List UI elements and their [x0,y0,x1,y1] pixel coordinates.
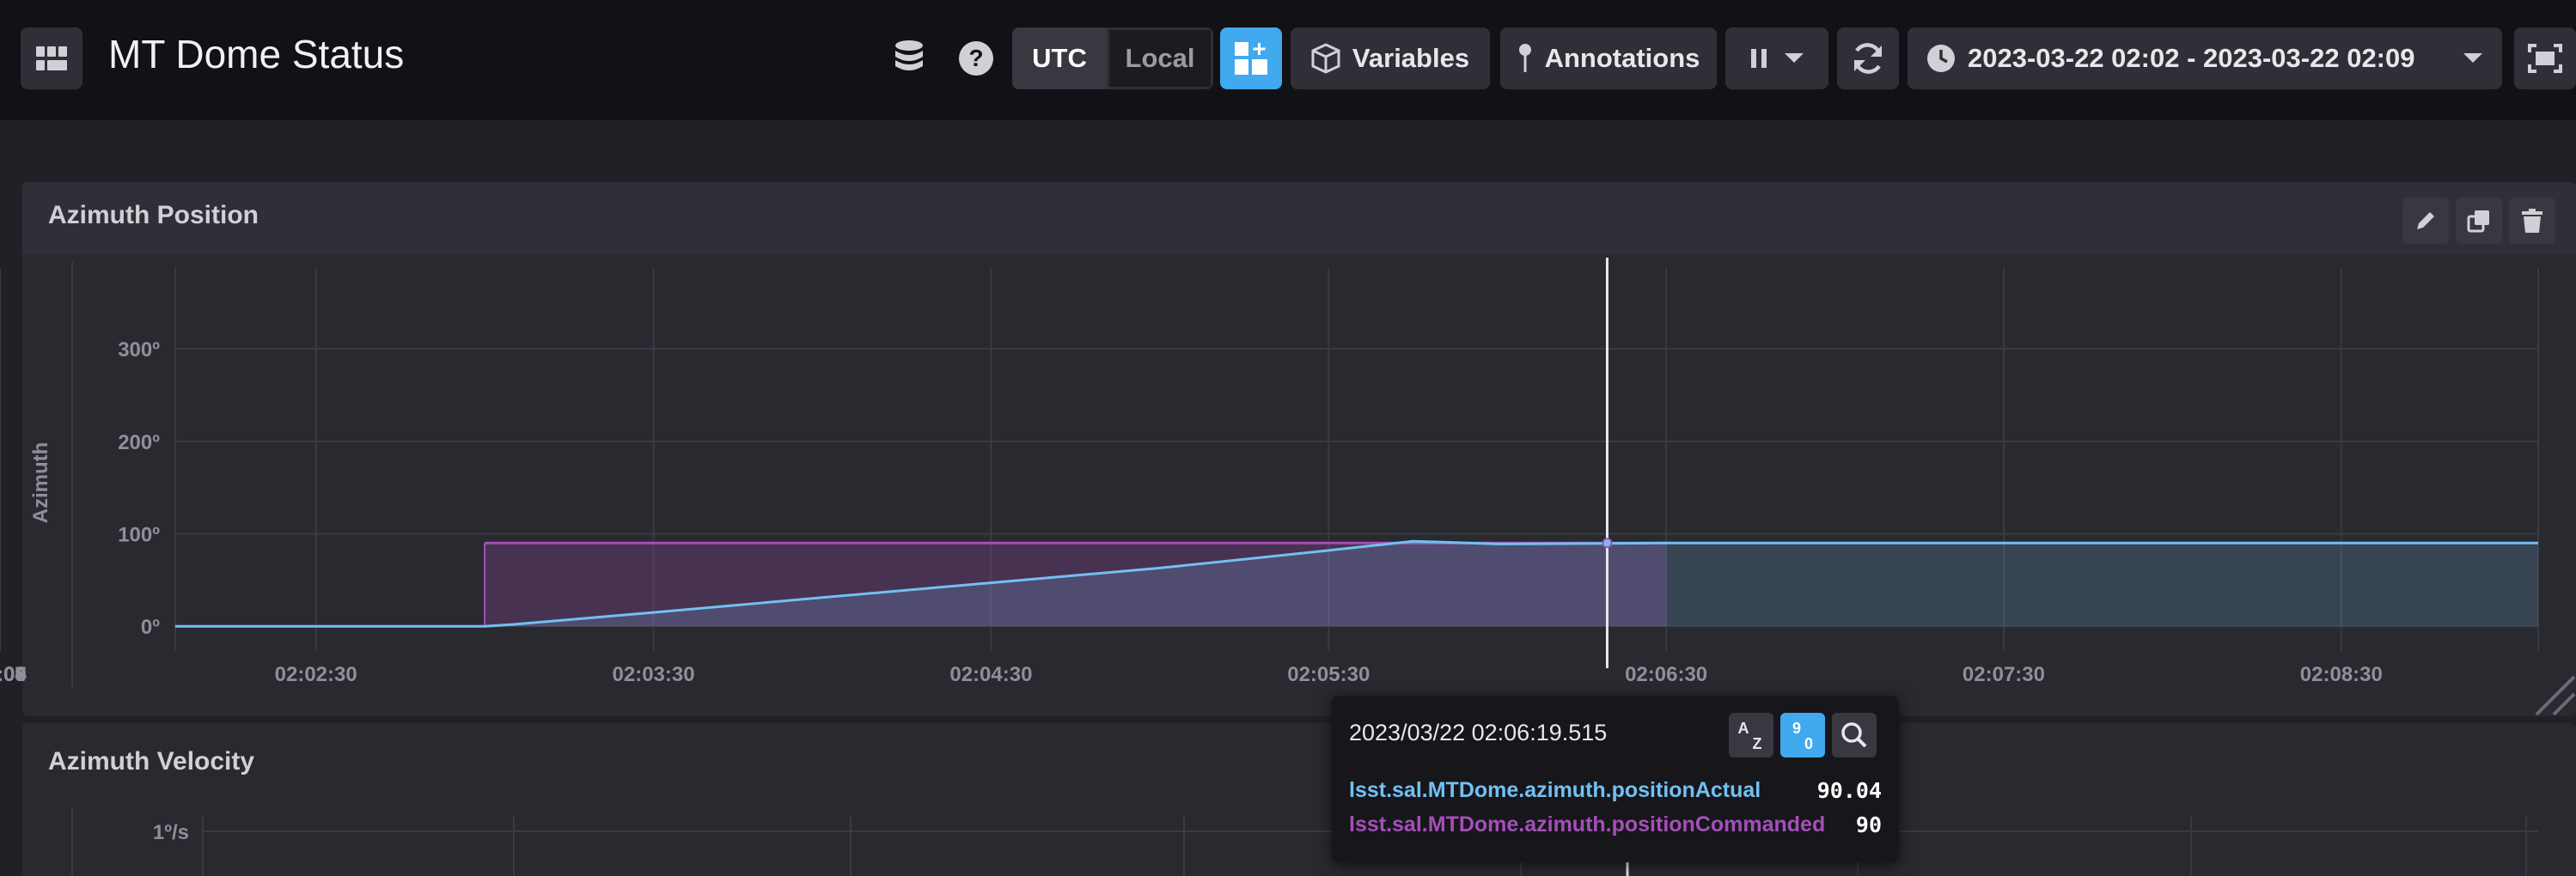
azimuth-velocity-chart[interactable]: 1º/s [0,0,2576,876]
sort-alpha-icon: A Z [1738,720,1762,752]
sort-numeric-icon: 9 0 [1792,720,1813,752]
tooltip-row-commanded-value: 90 [1855,812,1882,837]
tooltip-row-actual-value: 90.04 [1816,778,1882,803]
sort-alpha-button[interactable]: A Z [1729,713,1773,757]
y-tick-label: 1º/s [153,821,189,844]
search-icon [1841,722,1867,748]
tooltip-row-actual-name: lsst.sal.MTDome.azimuth.positionActual [1349,778,1761,802]
hover-tooltip: 2023/03/22 02:06:19.515 A Z 9 0 lsst.sal… [1332,696,1899,862]
svg-text:9: 9 [1792,720,1801,737]
tooltip-row-commanded-name: lsst.sal.MTDome.azimuth.positionCommande… [1349,812,1826,836]
svg-text:0: 0 [1804,735,1813,752]
tooltip-timestamp: 2023/03/22 02:06:19.515 [1349,720,1608,745]
search-button[interactable] [1832,713,1877,757]
sort-numeric-button[interactable]: 9 0 [1780,713,1825,757]
svg-text:A: A [1738,720,1749,737]
svg-text:Z: Z [1753,735,1762,752]
